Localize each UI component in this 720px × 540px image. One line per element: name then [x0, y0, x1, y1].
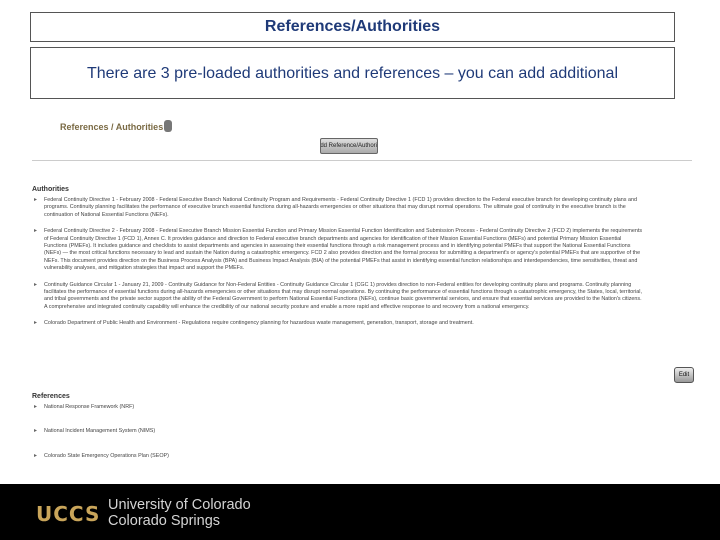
edit-button[interactable]: Edit: [674, 367, 694, 383]
footer: UCCS University of Colorado Colorado Spr…: [0, 484, 720, 540]
list-item[interactable]: Federal Continuity Directive 1 - Februar…: [32, 197, 644, 219]
slide-title: References/Authorities: [30, 12, 675, 42]
authorities-list: Federal Continuity Directive 1 - Februar…: [32, 197, 644, 337]
list-item[interactable]: Colorado State Emergency Operations Plan…: [32, 453, 644, 461]
divider: [32, 160, 692, 161]
list-item[interactable]: Continuity Guidance Circular 1 - January…: [32, 282, 644, 312]
list-item[interactable]: Federal Continuity Directive 2 - Februar…: [32, 228, 644, 272]
app-screenshot: References / Authorities Add Reference/A…: [28, 108, 696, 461]
add-reference-button[interactable]: Add Reference/Authority: [320, 138, 378, 154]
uccs-logo: UCCS: [36, 502, 101, 526]
slide-subtitle: There are 3 pre-loaded authorities and r…: [30, 47, 675, 99]
campus-name: Colorado Springs: [108, 513, 221, 529]
authorities-heading: Authorities: [32, 186, 69, 193]
app-page-title: References / Authorities: [60, 122, 164, 132]
list-item[interactable]: National Response Framework (NRF): [32, 404, 644, 412]
help-icon[interactable]: [164, 120, 172, 132]
university-name: University of Colorado: [108, 497, 251, 513]
list-item[interactable]: National Incident Management System (NIM…: [32, 428, 644, 436]
list-item[interactable]: Colorado Department of Public Health and…: [32, 320, 644, 328]
references-list: National Response Framework (NRF) Nation…: [32, 404, 644, 469]
references-heading: References: [32, 393, 70, 400]
